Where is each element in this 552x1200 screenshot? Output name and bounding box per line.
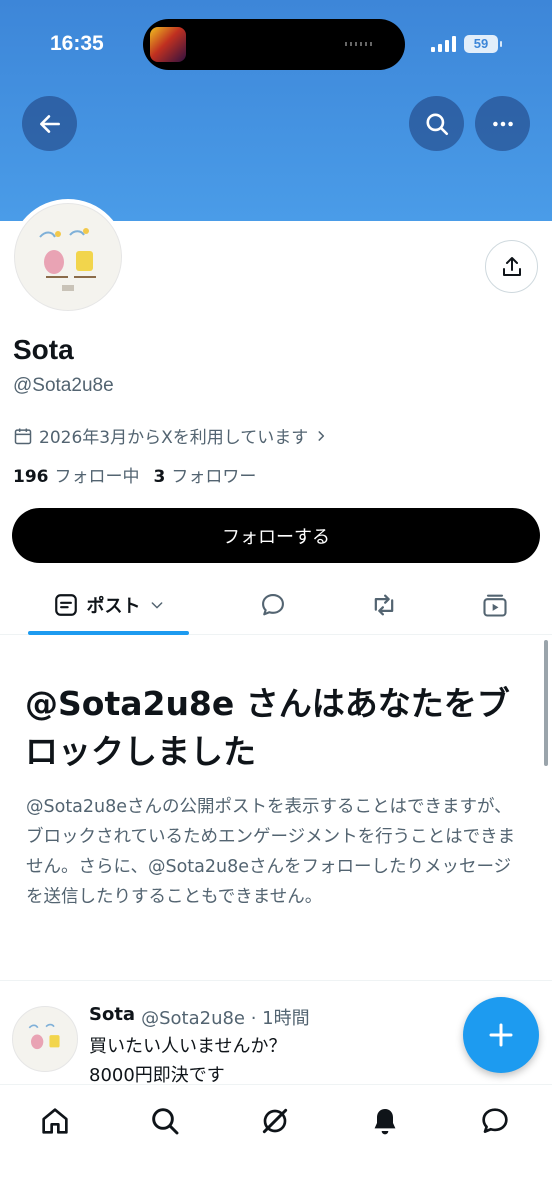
tab-reposts[interactable] (368, 590, 400, 620)
video-icon (483, 594, 507, 617)
profile-tabs: ポスト (0, 575, 552, 635)
avatar-illustration (39, 228, 96, 291)
post-text[interactable]: 買いたい人いませんか？ 8000円即決です (89, 1032, 286, 1090)
post-avatar[interactable] (12, 1006, 78, 1072)
nav-search[interactable] (145, 1101, 185, 1141)
home-icon (42, 1108, 68, 1134)
plus-icon (489, 1023, 513, 1047)
display-name: Sota (13, 334, 74, 365)
blocked-title: @Sota2u8e さんはあなたをブロックしました (25, 684, 510, 771)
post-meta: @Sota2u8e · 1時間 (141, 1008, 310, 1029)
battery-indicator: 59 (464, 35, 502, 53)
repost-icon (374, 594, 394, 616)
grok-icon (262, 1108, 288, 1134)
active-tab-indicator (28, 631, 189, 635)
followers-count: 3 (153, 467, 166, 487)
more-dots-icon (492, 121, 513, 126)
nav-home[interactable] (35, 1101, 75, 1141)
bottom-navigation (0, 1084, 552, 1200)
chevron-down-icon (151, 602, 162, 609)
post-header: Sota @Sota2u8e · 1時間 (89, 1004, 310, 1030)
search-button[interactable] (409, 96, 464, 151)
post-author-name[interactable]: Sota (89, 1004, 135, 1030)
more-button[interactable] (475, 96, 530, 151)
share-button[interactable] (485, 240, 538, 293)
tab-posts-label: ポスト (86, 596, 141, 617)
blocked-description: @Sota2u8eさんの公開ポストを表示することはできますが、ブロックされている… (26, 797, 516, 907)
profile-avatar[interactable] (10, 199, 126, 315)
divider (0, 980, 552, 981)
user-handle: @Sota2u8e (13, 375, 114, 396)
joined-text: 2026年3月からXを利用しています (39, 428, 309, 448)
following-link[interactable]: 196 フォロー中 (13, 462, 140, 487)
chevron-right-icon (318, 430, 325, 441)
joined-date[interactable]: 2026年3月からXを利用しています (13, 423, 328, 448)
nav-messages[interactable] (475, 1101, 515, 1141)
nav-notifications[interactable] (365, 1101, 405, 1141)
followers-link[interactable]: 3 フォロワー (154, 462, 257, 487)
followers-label: フォロワー (171, 467, 257, 487)
scrollbar[interactable] (544, 640, 548, 766)
following-count: 196 (13, 467, 49, 487)
arrow-left-icon (39, 114, 60, 133)
audio-wave-icon (345, 42, 375, 46)
dynamic-island[interactable] (143, 19, 405, 70)
post-list-icon (54, 594, 77, 616)
avatar-illustration (28, 1023, 60, 1050)
now-playing-thumbnail (150, 27, 186, 62)
reply-bubble-icon (262, 594, 284, 616)
following-label: フォロー中 (54, 467, 140, 487)
compose-post-button[interactable] (463, 997, 539, 1073)
search-icon (152, 1108, 179, 1135)
signal-icon (431, 36, 456, 52)
search-icon (425, 112, 448, 135)
back-button[interactable] (22, 96, 77, 151)
status-time: 16:35 (50, 32, 104, 55)
share-icon (502, 256, 521, 276)
follow-stats: 196 フォロー中 3 フォロワー (13, 462, 256, 487)
tab-videos[interactable] (479, 590, 511, 620)
tab-replies[interactable] (257, 590, 289, 620)
notifications-icon (374, 1109, 396, 1135)
nav-grok[interactable] (255, 1101, 295, 1141)
calendar-icon (14, 428, 32, 444)
tab-posts[interactable]: ポスト (28, 575, 189, 635)
messages-icon (482, 1108, 508, 1133)
post-line: 買いたい人いませんか？ (89, 1036, 287, 1057)
follow-button[interactable]: フォローする (12, 508, 540, 563)
